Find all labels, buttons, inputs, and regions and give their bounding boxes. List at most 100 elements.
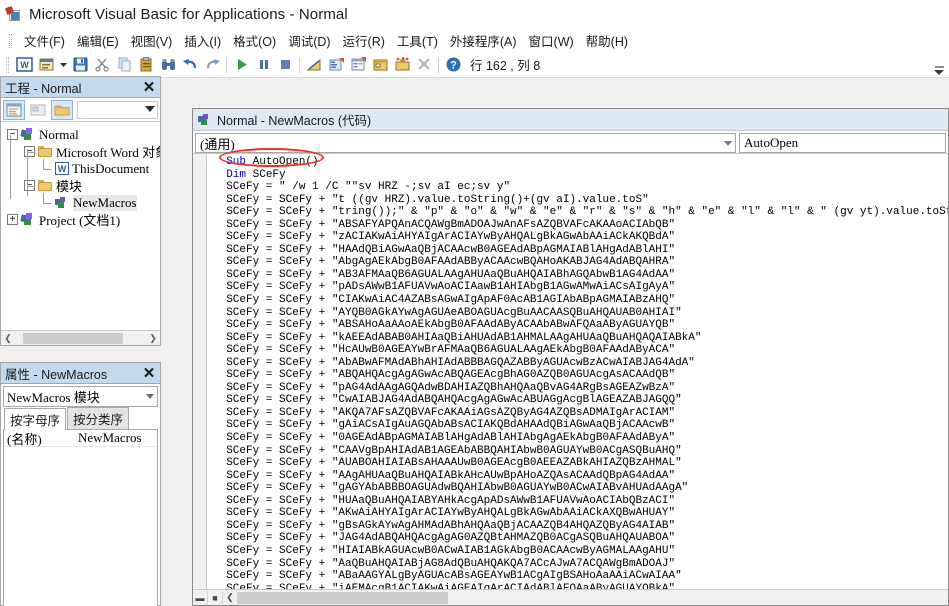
scroll-right-icon[interactable]: ❯ <box>146 332 160 345</box>
chevron-down-icon[interactable] <box>146 394 154 399</box>
view-code-icon[interactable] <box>3 99 25 120</box>
code-line: SCeFy = SCeFy + "iAEMAcgB1ACIAKwAiAGEAIg… <box>213 582 676 589</box>
chevron-down-icon[interactable] <box>57 54 69 76</box>
toolbox-icon[interactable] <box>391 54 413 76</box>
close-icon[interactable]: ✕ <box>140 364 158 382</box>
code-horizontal-scrollbar[interactable]: ▬ ■ ❮ <box>193 589 948 605</box>
code-window-dropdowns: (通用) AutoOpen <box>193 131 948 153</box>
code-line: SCeFy = SCeFy + "ABSAFYAPQAnACQAWgBmADOA… <box>213 218 676 231</box>
scroll-track[interactable] <box>238 591 948 605</box>
expander-icon[interactable]: − <box>7 129 18 140</box>
code-line: SCeFy = SCeFy + "pAG4AdAAgAGQAdwBDAHIAZQ… <box>213 381 676 394</box>
object-selector-combo[interactable]: NewMacros 模块 <box>3 386 158 407</box>
scroll-thumb[interactable] <box>23 332 123 344</box>
scroll-track[interactable] <box>15 331 146 345</box>
undo-arrow-icon[interactable] <box>179 54 201 76</box>
code-text[interactable]: Sub AutoOpen() Dim SCeFy SCeFy = " /w 1 … <box>207 154 948 589</box>
folder-icon[interactable] <box>51 99 73 120</box>
procedure-view-button[interactable]: ▬ <box>193 590 208 605</box>
code-editor[interactable]: Sub AutoOpen() Dim SCeFy SCeFy = " /w 1 … <box>193 153 948 589</box>
code-line: SCeFy = SCeFy + "pADsAWwB1AFUAVwAoACIAaw… <box>213 281 676 294</box>
properties-panel: 属性 - NewMacros ✕ NewMacros 模块 按字母序 按分类序 … <box>0 362 161 606</box>
menu-edit[interactable]: 编辑(E) <box>71 30 125 51</box>
code-line: SCeFy = SCeFy + "CwAIABJAG4AdABQAHQAcgAg… <box>213 394 682 407</box>
code-line: SCeFy = SCeFy + "AbABwAFMAdABhAHIAdABBBA… <box>213 356 695 369</box>
properties-caption[interactable]: 属性 - NewMacros ✕ <box>1 363 160 384</box>
tab-categorized[interactable]: 按分类序 <box>67 407 130 429</box>
code-line: SCeFy = SCeFy + "AaQBuAHQAIABjAG8AdQBuAH… <box>213 557 676 570</box>
word-w-icon[interactable]: W <box>13 54 35 76</box>
object-combo[interactable]: (通用) <box>195 133 736 153</box>
tree-item-project-doc1[interactable]: + Project (文档1) <box>5 211 160 228</box>
menu-help[interactable]: 帮助(H) <box>580 30 634 51</box>
code-line: SCeFy = SCeFy + "HIAIABkAGUAcwB0ACwAIAB1… <box>213 544 676 557</box>
scroll-left-icon[interactable]: ❮ <box>1 332 15 345</box>
help-question-icon[interactable]: ? <box>442 54 464 76</box>
scroll-left-icon[interactable]: ❮ <box>223 590 238 605</box>
scroll-thumb[interactable] <box>238 591 448 604</box>
tab-alphabetic[interactable]: 按字母序 <box>4 408 67 430</box>
code-window-caption[interactable]: Normal - NewMacros (代码) <box>193 109 948 131</box>
code-margin-indicator-bar[interactable] <box>193 154 207 589</box>
toolbar-overflow-button[interactable] <box>933 55 945 75</box>
menu-debug[interactable]: 调试(D) <box>282 30 336 51</box>
userform-icon[interactable] <box>35 54 57 76</box>
property-value[interactable]: NewMacros <box>76 430 157 446</box>
menubar-grip[interactable] <box>9 33 12 48</box>
code-line: SCeFy = SCeFy + "JAG4AdABQAHQAcgAgAG0AZQ… <box>213 532 676 545</box>
full-module-view-button[interactable]: ■ <box>208 590 223 605</box>
tree-item-label: Project (文档1) <box>39 213 121 228</box>
project-explorer-toolbar <box>1 98 160 122</box>
code-line: SCeFy = SCeFy + "AUABOAHIAIABsAHAAAUwB0A… <box>213 457 682 470</box>
project-explorer-icon[interactable] <box>325 54 347 76</box>
properties-window-icon[interactable] <box>347 54 369 76</box>
menu-bar: 文件(F) 编辑(E) 视图(V) 插入(I) 格式(O) 调试(D) 运行(R… <box>0 29 949 52</box>
expander-icon[interactable]: + <box>7 214 18 225</box>
menu-view[interactable]: 视图(V) <box>125 30 179 51</box>
stop-square-icon[interactable] <box>274 54 296 76</box>
code-line: SCeFy = SCeFy + "0AGEAdABpAGMAIABlAHgAdA… <box>213 432 676 445</box>
menu-run[interactable]: 运行(R) <box>337 30 391 51</box>
code-line: SCeFy = " /w 1 /C ""sv HRZ -;sv aI ec;sv… <box>213 181 511 194</box>
binoculars-icon[interactable] <box>157 54 179 76</box>
code-line: SCeFy = SCeFy + "AAgAHUAaQBuAHQAIABkAHcA… <box>213 469 676 482</box>
floppy-disk-icon[interactable] <box>69 54 91 76</box>
object-selector-value: NewMacros 模块 <box>7 390 100 405</box>
toolbar-separator <box>299 56 300 73</box>
redo-arrow-icon[interactable] <box>201 54 223 76</box>
code-line: SCeFy = SCeFy + "t ((gv HRZ).value.toStr… <box>213 193 649 206</box>
menu-window[interactable]: 窗口(W) <box>523 30 580 51</box>
menu-format[interactable]: 格式(O) <box>227 30 282 51</box>
object-browser-icon[interactable] <box>369 54 391 76</box>
project-horizontal-scrollbar[interactable]: ❮ ❯ <box>1 330 160 345</box>
chevron-down-icon[interactable] <box>724 140 732 146</box>
clipboard-icon[interactable] <box>135 54 157 76</box>
project-filter-field[interactable] <box>77 100 158 119</box>
tree-item-thisdocument[interactable]: W ThisDocument <box>5 160 160 177</box>
project-explorer-caption[interactable]: 工程 - Normal ✕ <box>1 77 160 98</box>
pause-icon[interactable] <box>252 54 274 76</box>
design-triangle-ruler-icon[interactable] <box>303 54 325 76</box>
menu-tools[interactable]: 工具(T) <box>391 30 444 51</box>
code-line: SCeFy = SCeFy + "HAAdQBiAGwAaQBjACAAcwB0… <box>213 243 676 256</box>
design-mode-toggle-icon[interactable] <box>413 54 435 76</box>
property-row[interactable]: (名称) NewMacros <box>4 430 157 447</box>
procedure-combo-value: AutoOpen <box>744 135 799 150</box>
menu-addins[interactable]: 外接程序(A) <box>444 30 523 51</box>
svg-text:?: ? <box>450 60 457 72</box>
cursor-position-label: 行 162 , 列 8 <box>470 59 541 73</box>
code-line: SCeFy = SCeFy + "AYQB0AGkAYwAgAGUAeABOAG… <box>213 306 682 319</box>
properties-title: 属性 - NewMacros <box>5 367 108 382</box>
copy-icon[interactable] <box>113 54 135 76</box>
menu-insert[interactable]: 插入(I) <box>178 30 227 51</box>
menu-file[interactable]: 文件(F) <box>18 30 71 51</box>
tree-item-normal[interactable]: − Normal <box>5 126 160 143</box>
play-triangle-icon[interactable] <box>230 54 252 76</box>
toolbar-grip[interactable] <box>6 56 9 73</box>
view-object-icon[interactable] <box>27 100 49 120</box>
close-icon[interactable]: ✕ <box>140 78 158 96</box>
procedure-combo[interactable]: AutoOpen <box>739 133 946 153</box>
tree-item-newmacros[interactable]: NewMacros <box>5 194 160 211</box>
scissors-icon[interactable] <box>91 54 113 76</box>
chevron-down-icon[interactable] <box>145 105 155 112</box>
